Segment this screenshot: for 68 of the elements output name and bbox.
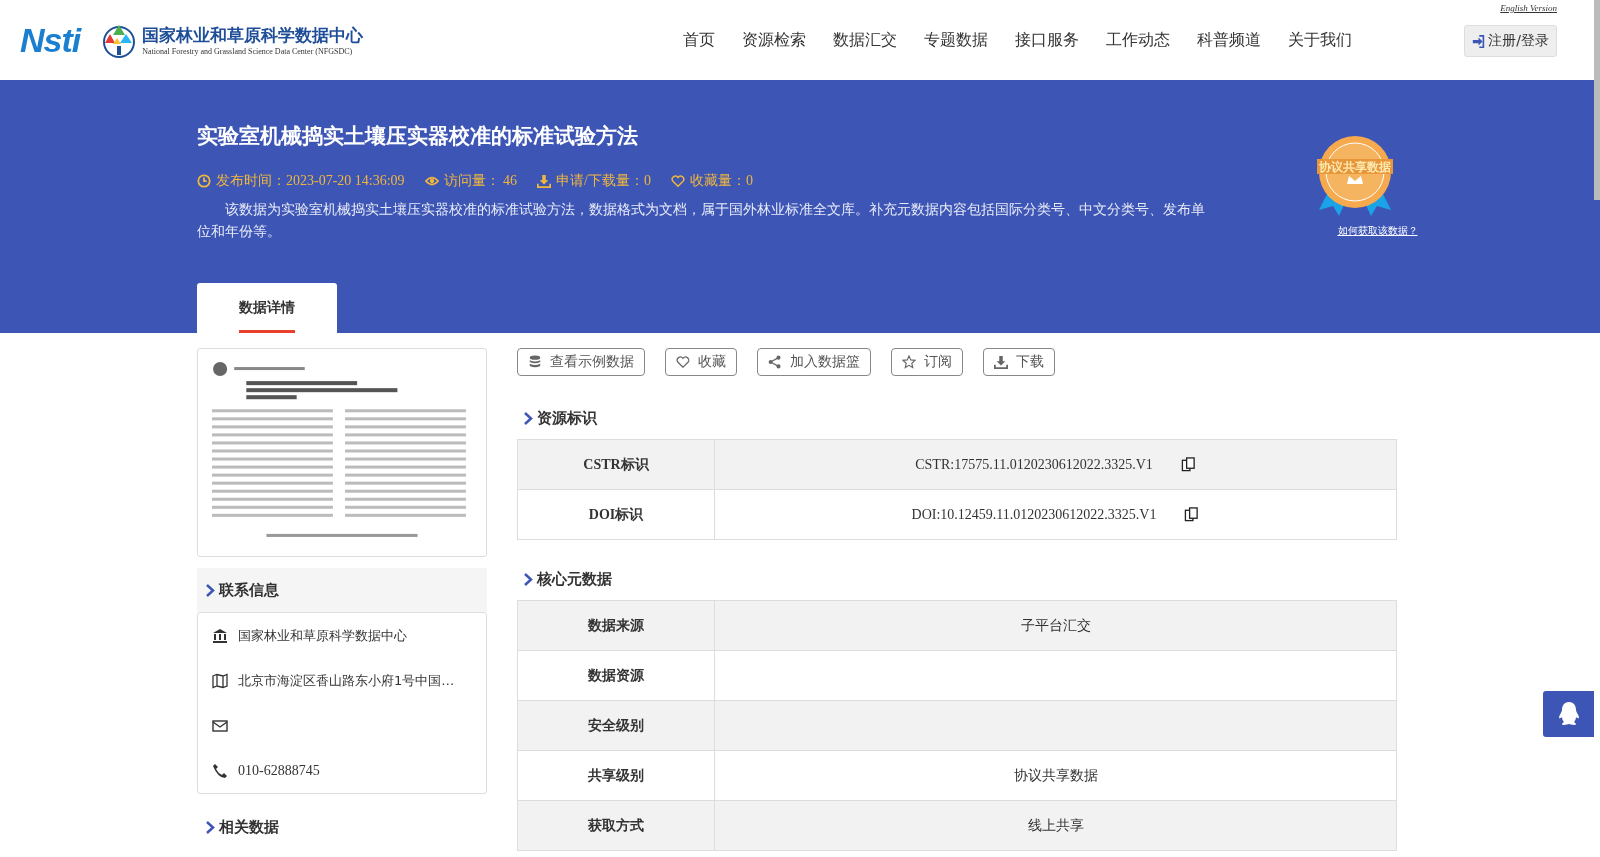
- org-subtitle: National Forestry and Grassland Science Data Center (NFGSDC): [142, 47, 354, 56]
- clock-icon: [197, 174, 211, 188]
- field-label: 安全级别: [518, 701, 715, 750]
- login-button[interactable]: 注册/登录: [1464, 25, 1557, 57]
- nav-link[interactable]: 科普频道: [1197, 25, 1262, 55]
- chevron-icon: [523, 411, 533, 425]
- heart-icon: [671, 174, 685, 188]
- english-version-link[interactable]: English Version: [1500, 3, 1557, 13]
- login-icon: [1472, 34, 1486, 48]
- meta-text: 发布时间：2023-07-20 14:36:09: [216, 172, 405, 190]
- section-title: 相关数据: [219, 817, 279, 837]
- section-title: 核心元数据: [537, 569, 612, 589]
- how-to-get-link[interactable]: 如何获取该数据？: [1337, 224, 1418, 238]
- field-value: 线上共享: [1027, 816, 1084, 835]
- nav-link[interactable]: 首页: [683, 25, 716, 55]
- building-icon: [212, 627, 228, 644]
- chevron-icon: [205, 583, 215, 597]
- field-value: DOI:10.12459.11.0120230612022.3325.V1: [911, 506, 1157, 523]
- section-title: 资源标识: [537, 408, 597, 428]
- nav-link[interactable]: 接口服务: [1015, 25, 1080, 55]
- field-label: CSTR标识: [518, 440, 715, 489]
- action-button[interactable]: 加入数据篮: [757, 348, 871, 376]
- action-button[interactable]: 订阅: [891, 348, 963, 376]
- contact-text: 010-62888745: [238, 762, 320, 779]
- copy-icon[interactable]: [1180, 457, 1196, 472]
- eye-icon: [424, 174, 439, 188]
- nav-link[interactable]: 工作动态: [1106, 25, 1171, 55]
- field-value: CSTR:17575.11.0120230612022.3325.V1: [915, 456, 1153, 473]
- field-label: DOI标识: [518, 490, 715, 539]
- description-text: 该数据为实验室机械捣实土壤压实器校准的标准试验方法，数据格式为文档，属于国外林业标准全文库。补充元数据内容包括国际分类号、中文分类号、发布单位和年份等。: [197, 201, 1206, 241]
- tab[interactable]: 数据详情: [197, 283, 337, 333]
- chevron-icon: [205, 820, 215, 834]
- nav-link[interactable]: 数据汇交: [833, 25, 898, 55]
- phone-icon: [212, 762, 228, 779]
- nav-link[interactable]: 专题数据: [924, 25, 989, 55]
- page-title: 实验室机械捣实土壤压实器校准的标准试验方法: [197, 123, 639, 150]
- download-icon: [994, 355, 1008, 369]
- heart-icon: [676, 355, 690, 369]
- nav-link[interactable]: 资源检索: [742, 25, 807, 55]
- field-value: 协议共享数据: [1013, 766, 1098, 785]
- share-icon: [768, 355, 782, 369]
- action-button[interactable]: 下载: [983, 348, 1055, 376]
- field-label: 数据资源: [518, 651, 715, 700]
- field-label: 数据来源: [518, 601, 715, 650]
- field-label: 共享级别: [518, 751, 715, 800]
- badge-label: 协议共享数据: [1317, 159, 1393, 174]
- meta-text: 申请/下载量：0: [556, 172, 651, 190]
- download-icon: [537, 174, 552, 188]
- chat-button[interactable]: [1543, 691, 1594, 737]
- org-name: 国家林业和草原科学数据中心: [142, 24, 364, 47]
- action-button[interactable]: 查看示例数据: [517, 348, 645, 376]
- nsti-logo[interactable]: Nsti: [20, 20, 81, 60]
- database-icon: [528, 355, 542, 369]
- meta-text: 访问量： 46: [443, 172, 518, 190]
- scrollbar[interactable]: [1594, 0, 1600, 200]
- action-button[interactable]: 收藏: [665, 348, 737, 376]
- chevron-icon: [523, 572, 533, 586]
- contact-text: 北京市海淀区香山路东小府1号中国…: [238, 671, 455, 690]
- map-icon: [212, 672, 228, 689]
- contact-text: 国家林业和草原科学数据中心: [238, 626, 407, 645]
- nav-link[interactable]: 关于我们: [1288, 25, 1353, 55]
- star-icon: [902, 355, 916, 369]
- envelope-icon: [212, 717, 228, 734]
- section-title: 联系信息: [219, 580, 279, 600]
- meta-text: 收藏量：0: [690, 172, 753, 190]
- field-label: 获取方式: [518, 801, 715, 850]
- copy-icon[interactable]: [1184, 507, 1200, 522]
- field-value: 子平台汇交: [1020, 616, 1091, 635]
